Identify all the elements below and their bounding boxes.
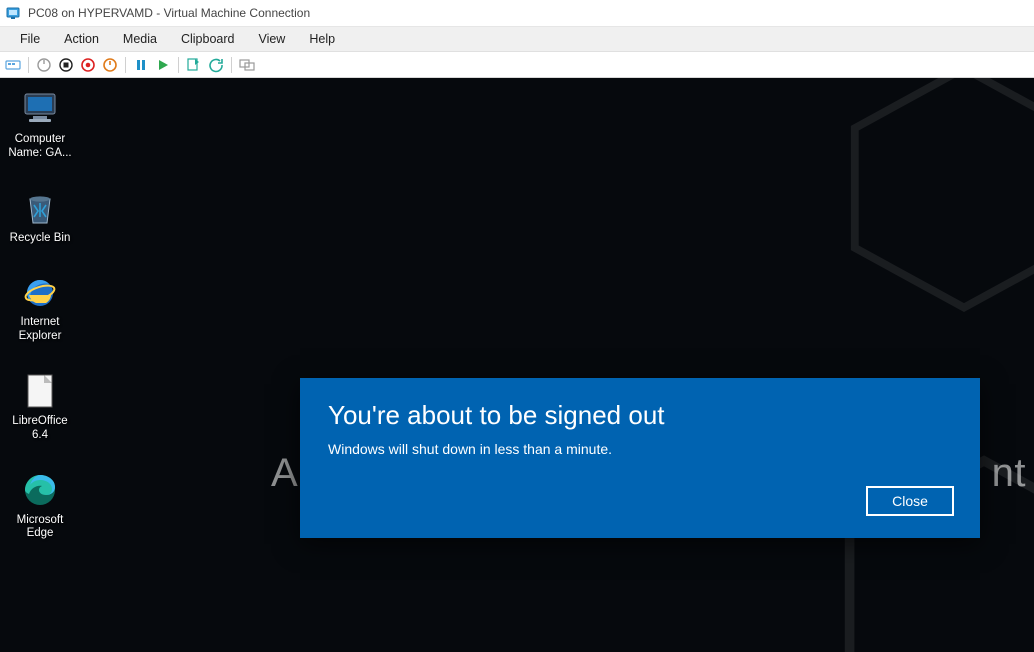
desktop-icon-computer[interactable]: Computer Name: GA... xyxy=(2,88,78,161)
window-title: PC08 on HYPERVAMD - Virtual Machine Conn… xyxy=(28,6,310,20)
toolbar-separator xyxy=(28,57,29,73)
toolbar-separator xyxy=(178,57,179,73)
menu-view[interactable]: View xyxy=(246,29,297,49)
libreoffice-icon xyxy=(19,370,61,412)
desktop-icon-recycle-bin[interactable]: Recycle Bin xyxy=(2,187,78,246)
toolbar-separator xyxy=(125,57,126,73)
checkpoint-icon[interactable] xyxy=(185,56,203,74)
dialog-message: Windows will shut down in less than a mi… xyxy=(328,441,952,457)
desktop-icon-label: Microsoft Edge xyxy=(17,514,64,542)
desktop-icon-label: Internet Explorer xyxy=(19,316,62,344)
watermark-text-fragment: nt xyxy=(992,451,1026,496)
signout-dialog: You're about to be signed out Windows wi… xyxy=(300,378,980,538)
title-bar: PC08 on HYPERVAMD - Virtual Machine Conn… xyxy=(0,0,1034,27)
menu-action[interactable]: Action xyxy=(52,29,111,49)
start-icon[interactable] xyxy=(35,56,53,74)
desktop-icon-internet-explorer[interactable]: Internet Explorer xyxy=(2,271,78,344)
enhanced-session-icon[interactable] xyxy=(238,56,256,74)
close-button[interactable]: Close xyxy=(866,486,954,516)
desktop-icon-label: LibreOffice 6.4 xyxy=(12,415,67,443)
menu-media[interactable]: Media xyxy=(111,29,169,49)
reset-icon[interactable] xyxy=(101,56,119,74)
microsoft-edge-icon xyxy=(19,469,61,511)
hexagon-decoration xyxy=(834,78,1034,318)
toolbar xyxy=(0,52,1034,78)
menu-file[interactable]: File xyxy=(8,29,52,49)
vm-desktop: A nt Computer Name: GA... xyxy=(0,78,1034,652)
ctrl-alt-del-icon[interactable] xyxy=(4,56,22,74)
internet-explorer-icon xyxy=(19,271,61,313)
shutdown-icon[interactable] xyxy=(79,56,97,74)
toolbar-separator xyxy=(231,57,232,73)
pause-icon[interactable] xyxy=(132,56,150,74)
dialog-title: You're about to be signed out xyxy=(328,400,952,431)
turn-off-icon[interactable] xyxy=(57,56,75,74)
app-icon xyxy=(6,5,22,21)
resume-icon[interactable] xyxy=(154,56,172,74)
desktop-icon-microsoft-edge[interactable]: Microsoft Edge xyxy=(2,469,78,542)
desktop-icon-label: Computer Name: GA... xyxy=(8,133,71,161)
menu-help[interactable]: Help xyxy=(297,29,347,49)
computer-icon xyxy=(19,88,61,130)
menu-bar: File Action Media Clipboard View Help xyxy=(0,27,1034,52)
recycle-bin-icon xyxy=(19,187,61,229)
revert-icon[interactable] xyxy=(207,56,225,74)
desktop-icons: Computer Name: GA... Recycle Bin xyxy=(2,88,86,541)
watermark-text-fragment: A xyxy=(271,451,298,496)
desktop-icon-label: Recycle Bin xyxy=(10,232,71,246)
menu-clipboard[interactable]: Clipboard xyxy=(169,29,247,49)
desktop-icon-libreoffice[interactable]: LibreOffice 6.4 xyxy=(2,370,78,443)
